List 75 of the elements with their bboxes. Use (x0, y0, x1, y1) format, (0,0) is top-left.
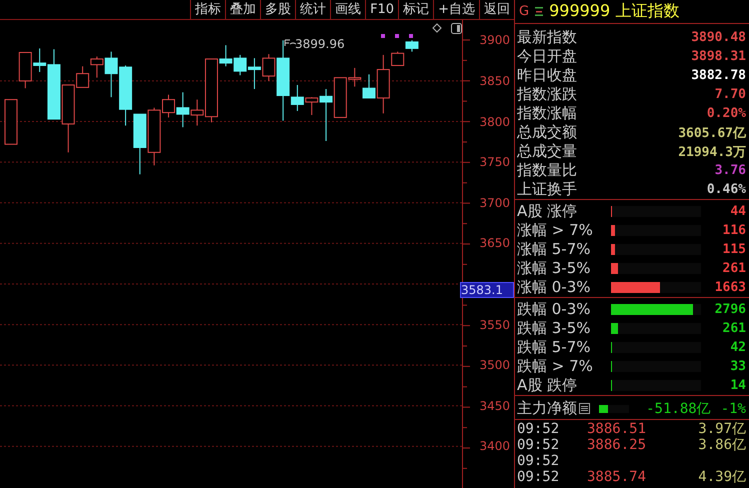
current-price-tag: 3583.1 (460, 282, 514, 298)
breadth-count: 42 (730, 340, 746, 355)
candle (405, 40, 418, 52)
tick-price: 3885.74 (587, 469, 648, 485)
main-flow-ratio: -1% (720, 400, 746, 416)
breadth-label: 涨幅 0-3% (517, 278, 592, 297)
stat-label: 指数量比 (517, 161, 577, 180)
candle (133, 114, 146, 175)
market-label: G (519, 4, 530, 19)
stat-value: 3605.67亿 (678, 124, 746, 142)
main-flow-label: 主力净额 (517, 399, 577, 418)
index-title: 999999 上证指数 (549, 1, 680, 22)
breadth-label: 跌幅 > 7% (517, 357, 594, 376)
tick-amount: 3.97亿 (698, 420, 746, 438)
axis-label: 3650 (479, 236, 510, 250)
tick-amount: 3.86亿 (698, 436, 746, 454)
signal-dots-drawing (381, 34, 413, 38)
stat-value: 3882.78 (691, 68, 746, 83)
tick-amount: 4.39亿 (698, 468, 746, 486)
stat-label: 昨日收盘 (517, 66, 577, 85)
axis-label: 3800 (479, 114, 510, 129)
breadth-count: 14 (730, 378, 746, 393)
tick-time: 09:52 (517, 421, 560, 437)
stat-value: 3.76 (714, 163, 746, 178)
stat-label: 总成交量 (517, 142, 577, 161)
breadth-count: 2796 (714, 302, 746, 317)
stat-label: 指数涨幅 (517, 104, 577, 123)
stat-label: 总成交额 (517, 123, 577, 142)
breadth-label: 跌幅 5-7% (517, 338, 592, 357)
axis-label: 3450 (479, 398, 510, 413)
tick-time: 09:52 (517, 453, 560, 469)
tick-price: 3886.25 (587, 437, 648, 453)
stat-value: 3890.48 (691, 30, 746, 45)
stat-label: 最新指数 (517, 28, 577, 47)
axis-label: 3400 (479, 439, 510, 454)
breadth-label: 跌幅 3-5% (517, 319, 592, 338)
stat-label: 今日开盘 (517, 47, 577, 66)
candle (4, 99, 18, 145)
axis-label: 3500 (479, 358, 510, 372)
breadth-count: 115 (722, 242, 746, 257)
stat-value: 0.46% (706, 182, 746, 197)
stat-value: 7.70 (714, 87, 746, 102)
diamond-icon[interactable] (432, 23, 442, 33)
menu-icon[interactable] (535, 7, 544, 16)
stat-value: 0.20% (706, 106, 746, 121)
breadth-label: 涨幅 > 7% (517, 221, 594, 240)
breadth-count: 116 (722, 223, 746, 238)
tick-time: 09:52 (517, 437, 560, 453)
stat-label: 指数涨跌 (517, 85, 577, 104)
breadth-count: 1663 (714, 280, 746, 295)
main-flow-amount: -51.88亿 (646, 400, 711, 418)
breadth-label: 涨幅 3-5% (517, 259, 592, 278)
high-price-annotation: 3899.96 (295, 37, 345, 51)
tick-time: 09:52 (517, 469, 560, 485)
stat-label: 上证换手 (517, 180, 577, 199)
list-icon[interactable] (579, 403, 590, 414)
stat-value: 3898.31 (691, 49, 746, 64)
breadth-count: 261 (722, 261, 746, 276)
candle (119, 64, 132, 126)
breadth-label: 跌幅 0-3% (517, 300, 592, 319)
stat-value: 21994.3万 (678, 144, 746, 160)
flag-icon (284, 40, 296, 46)
breadth-label: A股 跌停 (517, 376, 578, 395)
axis-label: 3700 (479, 196, 510, 210)
breadth-count: 33 (730, 359, 746, 374)
breadth-label: 涨幅 5-7% (517, 240, 592, 259)
breadth-label: A股 涨停 (517, 202, 578, 221)
axis-label: 3900 (479, 33, 510, 48)
axis-label: 3550 (479, 318, 510, 332)
axis-label: 3850 (479, 74, 510, 88)
panel-toggle-icon[interactable] (451, 23, 462, 34)
axis-label: 3750 (479, 155, 510, 170)
tick-price: 3886.51 (587, 421, 648, 437)
breadth-count: 261 (722, 321, 746, 336)
breadth-count: 44 (730, 204, 746, 219)
